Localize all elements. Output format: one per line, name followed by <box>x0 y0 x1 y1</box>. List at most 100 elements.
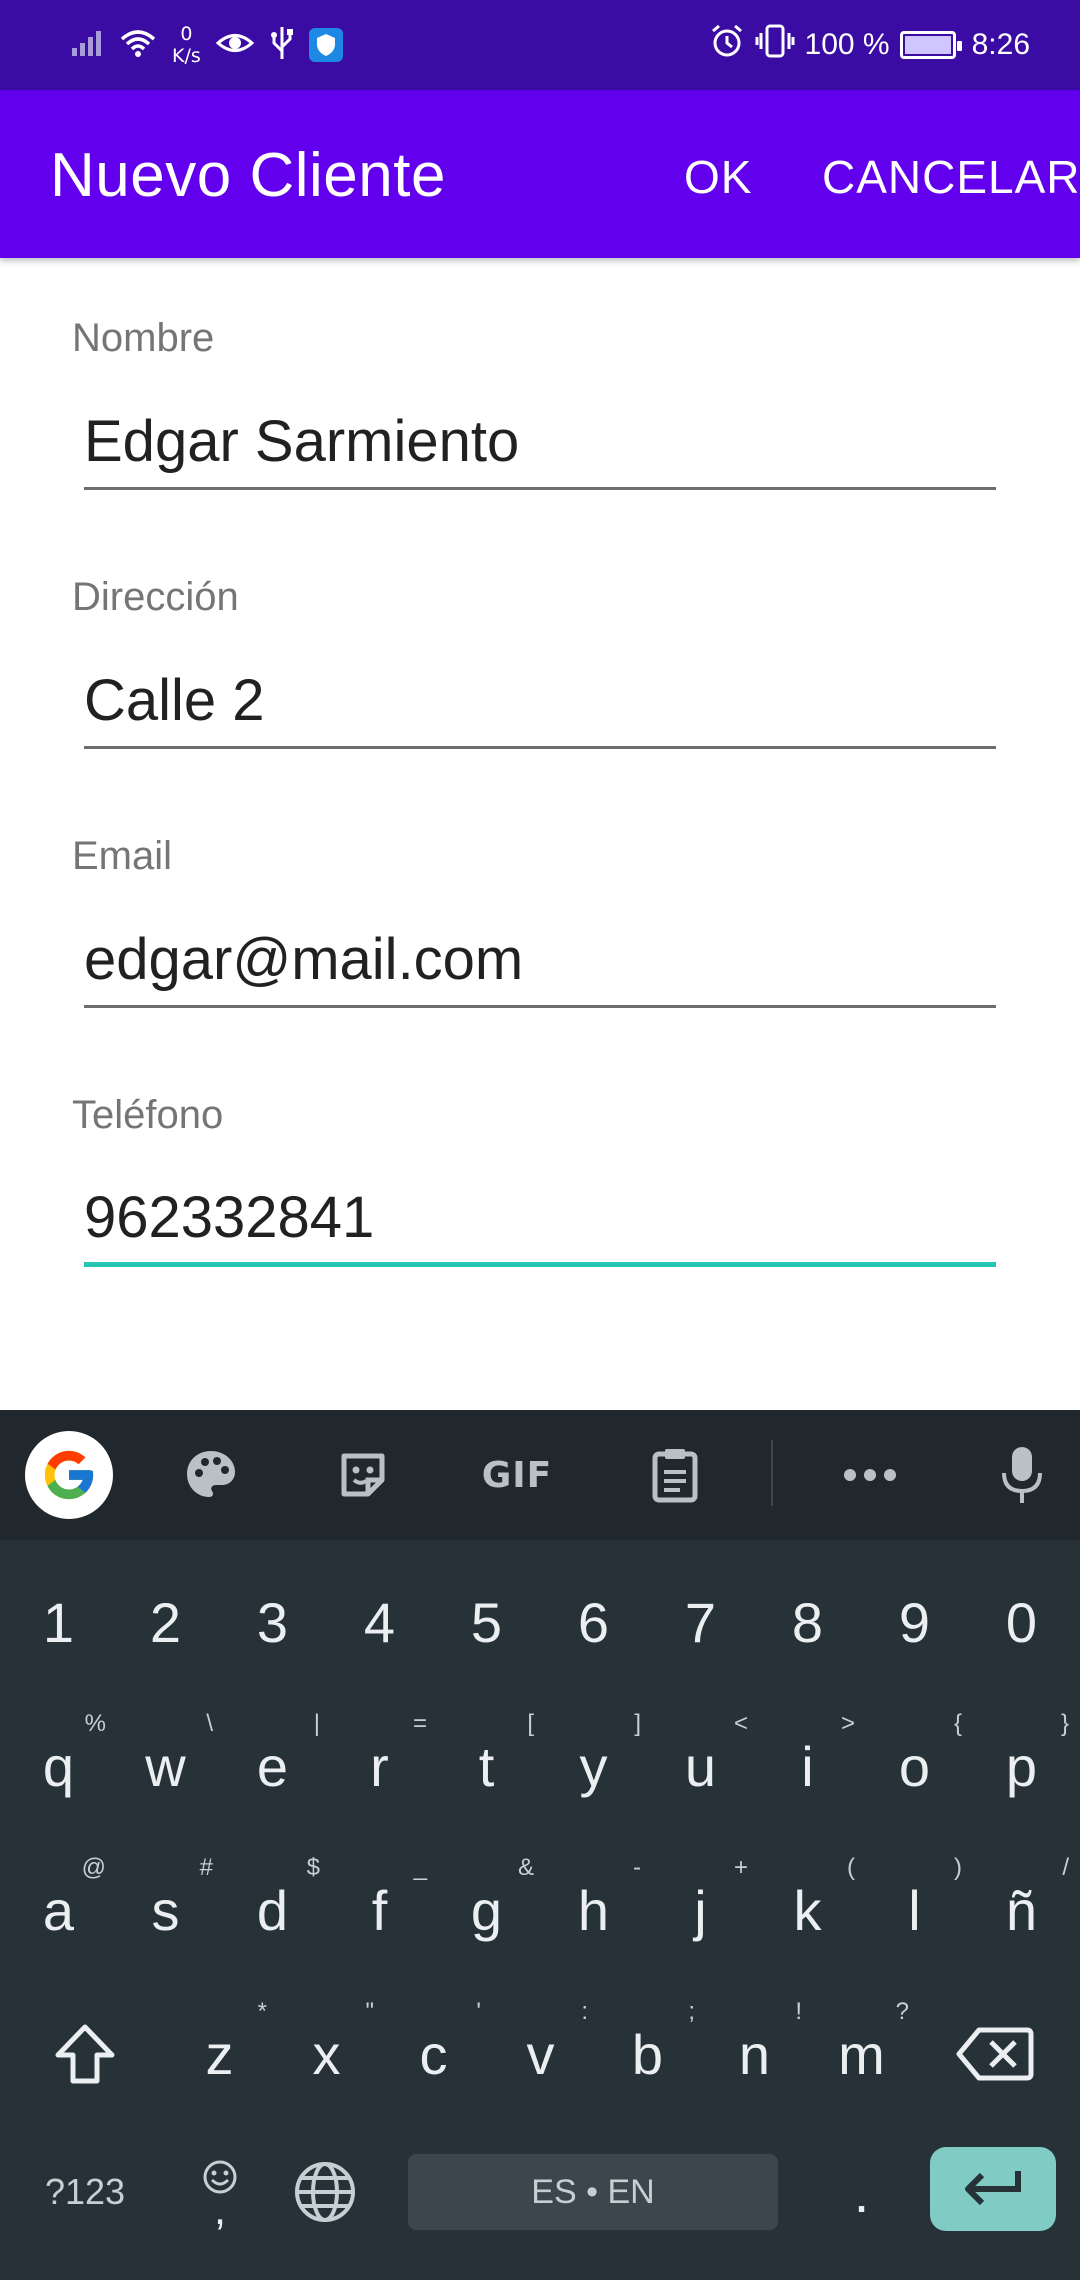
key-hint: ( <box>847 1854 855 1881</box>
key-1[interactable]: 1 <box>5 1556 112 1688</box>
key-v[interactable]: v: <box>487 1988 594 2120</box>
symbols-key[interactable]: ?123 <box>20 2126 150 2258</box>
field-label: Dirección <box>72 575 239 619</box>
key-a[interactable]: a @ <box>5 1844 112 1976</box>
key-d[interactable]: d $ <box>219 1844 326 1976</box>
net-speed-value: 0 <box>180 23 193 45</box>
key-j[interactable]: j + <box>647 1844 754 1976</box>
key-z[interactable]: z * <box>166 1988 273 2120</box>
key-hint: = <box>412 1710 427 1737</box>
key-5[interactable]: 5 <box>433 1556 540 1688</box>
key-label: k <box>793 1878 822 1942</box>
palette-icon[interactable] <box>166 1430 256 1520</box>
key-hint: @ <box>81 1854 106 1881</box>
key-hint: { <box>953 1710 962 1737</box>
key-6[interactable]: 6 <box>540 1556 647 1688</box>
key-i[interactable]: i > <box>754 1700 861 1832</box>
enter-icon <box>965 2171 1021 2206</box>
sticker-icon[interactable] <box>318 1430 408 1520</box>
field-label: Email <box>72 834 173 878</box>
key-hint: ] <box>634 1710 641 1737</box>
key-n-tilde[interactable]: ñ / <box>968 1844 1075 1976</box>
key-q[interactable]: q% <box>5 1700 112 1832</box>
signal-icon <box>70 28 104 62</box>
key-u[interactable]: u < <box>647 1700 754 1832</box>
key-hint: \ <box>206 1710 213 1737</box>
key-o[interactable]: o{ <box>861 1700 968 1832</box>
wifi-icon <box>118 27 158 63</box>
key-l[interactable]: l) <box>861 1844 968 1976</box>
address-field[interactable] <box>84 655 996 749</box>
key-hint: ' <box>476 1998 481 2025</box>
alarm-icon <box>709 23 745 67</box>
key-label: u <box>684 1734 717 1798</box>
key-s[interactable]: s # <box>112 1844 219 1976</box>
key-3[interactable]: 3 <box>219 1556 326 1688</box>
more-icon[interactable] <box>825 1430 915 1520</box>
key-label: h <box>577 1878 610 1942</box>
period-key[interactable]: . <box>808 2126 915 2258</box>
key-label: r <box>370 1734 389 1798</box>
key-label: s <box>151 1878 180 1942</box>
key-k[interactable]: k( <box>754 1844 861 1976</box>
key-b[interactable]: b; <box>594 1988 701 2120</box>
vibrate-icon <box>755 23 795 67</box>
net-speed: 0 K/s <box>172 23 201 67</box>
emoji-comma-key[interactable]: , <box>170 2126 270 2258</box>
key-0[interactable]: 0 <box>968 1556 1075 1688</box>
backspace-key[interactable] <box>930 1988 1060 2120</box>
space-bar[interactable]: ES • EN <box>408 2154 778 2230</box>
key-t[interactable]: t[ <box>433 1700 540 1832</box>
comma-label: , <box>213 2185 227 2234</box>
key-r[interactable]: r = <box>326 1700 433 1832</box>
enter-key[interactable] <box>930 2147 1056 2231</box>
key-hint: ! <box>795 1998 802 2025</box>
google-icon[interactable] <box>24 1430 114 1520</box>
shift-key[interactable] <box>20 1988 150 2120</box>
key-label: f <box>371 1878 388 1942</box>
key-n[interactable]: n! <box>701 1988 808 2120</box>
key-f[interactable]: f _ <box>326 1844 433 1976</box>
app-bar: Nuevo Cliente OK CANCELAR <box>0 90 1080 258</box>
key-9[interactable]: 9 <box>861 1556 968 1688</box>
key-7[interactable]: 7 <box>647 1556 754 1688</box>
key-label: z <box>205 2022 234 2086</box>
key-4[interactable]: 4 <box>326 1556 433 1688</box>
gif-icon[interactable]: GIF <box>472 1430 562 1520</box>
key-label: p <box>1005 1734 1038 1798</box>
key-x[interactable]: x " <box>273 1988 380 2120</box>
key-e[interactable]: e | <box>219 1700 326 1832</box>
key-2[interactable]: 2 <box>112 1556 219 1688</box>
key-label: c <box>419 2022 448 2086</box>
microphone-icon[interactable] <box>977 1430 1067 1520</box>
key-label: e <box>256 1734 289 1798</box>
key-w[interactable]: w \ <box>112 1700 219 1832</box>
cancel-button[interactable]: CANCELAR <box>822 150 1080 204</box>
key-label: j <box>694 1878 707 1942</box>
key-hint: + <box>733 1854 748 1881</box>
key-y[interactable]: y] <box>540 1700 647 1832</box>
key-label: b <box>631 2022 664 2086</box>
key-label: i <box>801 1734 814 1798</box>
key-c[interactable]: c ' <box>380 1988 487 2120</box>
usb-icon <box>269 25 295 65</box>
email-field[interactable] <box>84 914 996 1008</box>
field-direccion: Dirección <box>0 517 1080 777</box>
key-g[interactable]: g & <box>433 1844 540 1976</box>
key-8[interactable]: 8 <box>754 1556 861 1688</box>
key-p[interactable]: p} <box>968 1700 1075 1832</box>
ok-button[interactable]: OK <box>684 150 752 204</box>
phone-field[interactable] <box>84 1173 996 1267</box>
key-hint: " <box>365 1998 374 2025</box>
language-key[interactable] <box>275 2126 375 2258</box>
key-hint: $ <box>306 1854 320 1881</box>
key-label: m <box>838 2022 885 2086</box>
key-h[interactable]: h- <box>540 1844 647 1976</box>
clipboard-icon[interactable] <box>630 1430 720 1520</box>
key-hint: / <box>1062 1854 1069 1881</box>
name-field[interactable] <box>84 396 996 490</box>
key-hint: [ <box>527 1710 534 1737</box>
key-label: x <box>312 2022 341 2086</box>
key-label: w <box>145 1734 186 1798</box>
key-m[interactable]: m? <box>808 1988 915 2120</box>
